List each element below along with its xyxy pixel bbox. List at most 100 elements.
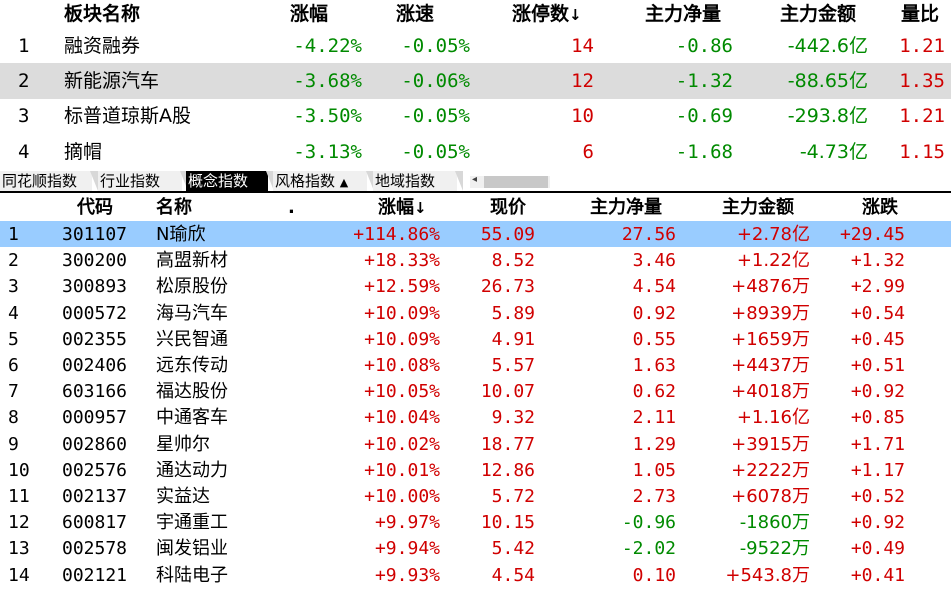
sector-cell-speed: -0.05% [401, 35, 470, 57]
stock-row[interactable]: 12 600817 宇通重工 +9.97% 10.15 -0.96 -1860万 +0.92 [0, 509, 951, 535]
stock-cell-change: +1.32 [850, 250, 905, 272]
stock-table-header: 代码 名称 . 涨幅↓ 现价 主力净量 主力金额 涨跌 [0, 194, 951, 221]
stock-cell-net-vol: 0.62 [632, 381, 676, 403]
stock-cell-net-vol: 0.10 [632, 564, 676, 586]
stock-cell-change: +1.71 [850, 433, 905, 455]
stock-row[interactable]: 9 002860 星帅尔 +10.02% 18.77 1.29 +3915万 +1.71 [0, 431, 951, 457]
stock-cell-code: 002355 [62, 328, 128, 350]
stock-cell-code: 000957 [62, 407, 128, 429]
stock-cell-idx: 2 [8, 250, 19, 272]
col-header-name[interactable]: 名称 [156, 194, 192, 221]
stock-cell-name: 中通客车 [156, 407, 228, 429]
stock-row[interactable]: 3 300893 松原股份 +12.59% 26.73 4.54 +4876万 +2.99 [0, 273, 951, 299]
stock-cell-price: 12.86 [480, 459, 535, 481]
col-header-net-vol[interactable]: 主力净量 [590, 194, 662, 221]
horizontal-scrollbar[interactable]: ◂ [470, 174, 550, 188]
stock-cell-code: 002137 [62, 486, 128, 507]
stock-row[interactable]: 6 002406 远东传动 +10.08% 5.57 1.63 +4437万 +0.51 [0, 352, 951, 378]
sector-cell-vol-ratio: 1.15 [899, 141, 945, 163]
stock-cell-net-amount: +8939万 [731, 302, 810, 324]
stock-cell-net-amount: +543.8万 [725, 564, 810, 586]
sector-cell-vol-ratio: 1.21 [899, 105, 945, 127]
sector-row[interactable]: 3 标普道琼斯A股 -3.50% -0.05% 10 -0.69 -293.8亿 1.21 [0, 98, 951, 134]
tab-region-index[interactable]: 地域指数 [373, 171, 457, 191]
stock-cell-price: 4.91 [491, 328, 535, 350]
stock-cell-net-vol: 3.46 [632, 250, 676, 272]
stock-cell-change-pct: +10.04% [364, 407, 440, 429]
stock-cell-price: 55.09 [480, 224, 535, 245]
sector-row[interactable]: 1 融资融券 -4.22% -0.05% 14 -0.86 -442.6亿 1.21 [0, 28, 951, 64]
stock-cell-name: 科陆电子 [156, 564, 228, 586]
col-header-change-pct[interactable]: 涨幅 [290, 0, 328, 28]
tab-concept-index[interactable]: 概念指数 [186, 171, 268, 191]
stock-cell-price: 18.77 [480, 433, 535, 455]
sector-row[interactable]: 2 新能源汽车 -3.68% -0.06% 12 -1.32 -88.65亿 1.35 [0, 63, 951, 99]
sector-cell-net-vol: -1.68 [675, 141, 733, 163]
sector-cell-idx: 4 [18, 141, 30, 163]
stock-cell-change-pct: +12.59% [364, 276, 440, 298]
stock-cell-price: 10.15 [480, 512, 535, 534]
stock-row[interactable]: 4 000572 海马汽车 +10.09% 5.89 0.92 +8939万 +0.54 [0, 300, 951, 326]
sector-row[interactable]: 4 摘帽 -3.13% -0.05% 6 -1.68 -4.73亿 1.15 [0, 134, 951, 170]
sector-cell-name: 摘帽 [64, 141, 103, 163]
sector-cell-speed: -0.06% [401, 70, 470, 92]
stock-cell-idx: 3 [8, 276, 19, 298]
stock-cell-net-amount: -9522万 [739, 538, 810, 560]
col-header-net-vol[interactable]: 主力净量 [645, 0, 721, 28]
col-header-net-amount[interactable]: 主力金额 [780, 0, 856, 28]
stock-row[interactable]: 14 002121 科陆电子 +9.93% 4.54 0.10 +543.8万 +0.41 [0, 562, 951, 588]
dropdown-arrow-icon[interactable]: ▲ [340, 176, 348, 189]
stock-row[interactable]: 2 300200 高盟新材 +18.33% 8.52 3.46 +1.22亿 +1.32 [0, 247, 951, 273]
stock-row[interactable]: 5 002355 兴民智通 +10.09% 4.91 0.55 +1659万 +0.45 [0, 326, 951, 352]
stock-cell-net-vol: -2.02 [621, 538, 676, 560]
col-header-speed[interactable]: 涨速 [396, 0, 434, 28]
stock-cell-net-amount: +4437万 [731, 355, 810, 376]
stock-cell-net-vol: 27.56 [621, 224, 676, 245]
stock-cell-price: 5.57 [491, 355, 535, 376]
stock-row[interactable]: 1 301107 N瑜欣 +114.86% 55.09 27.56 +2.78亿 +29.45 [0, 221, 951, 248]
col-header-sector-name[interactable]: 板块名称 [64, 0, 140, 28]
stock-cell-change: +0.92 [850, 381, 905, 403]
stock-cell-change-pct: +10.01% [364, 459, 440, 481]
stock-cell-name: 福达股份 [156, 381, 228, 403]
stock-cell-name: 星帅尔 [156, 433, 210, 455]
stock-cell-net-amount: +1.22亿 [736, 250, 810, 272]
col-header-limit-up[interactable]: 涨停数↓ [512, 0, 582, 28]
stock-cell-name: 实益达 [156, 486, 210, 507]
stock-row[interactable]: 10 002576 通达动力 +10.01% 12.86 1.05 +2222万 +1.17 [0, 457, 951, 483]
stock-row[interactable]: 13 002578 闽发铝业 +9.94% 5.42 -2.02 -9522万 +0.49 [0, 535, 951, 561]
stock-row[interactable]: 11 002137 实益达 +10.00% 5.72 2.73 +6078万 +0.52 [0, 483, 951, 509]
stock-cell-code: 000572 [62, 302, 128, 324]
scrollbar-thumb[interactable] [484, 176, 548, 188]
stock-cell-net-vol: 2.73 [632, 486, 676, 507]
tab-ths-index[interactable]: 同花顺指数 [0, 171, 92, 191]
stock-cell-price: 5.72 [491, 486, 535, 507]
sector-cell-speed: -0.05% [401, 105, 470, 127]
col-header-change-pct[interactable]: 涨幅↓ [378, 194, 427, 221]
scroll-left-icon[interactable]: ◂ [472, 174, 477, 185]
stock-cell-change-pct: +10.00% [364, 486, 440, 507]
stock-cell-code: 002121 [62, 564, 128, 586]
stock-cell-idx: 11 [8, 486, 30, 507]
col-header-change[interactable]: 涨跌 [862, 194, 898, 221]
stock-cell-change-pct: +9.93% [374, 564, 440, 586]
stock-cell-change: +2.99 [850, 276, 905, 298]
stock-cell-idx: 10 [8, 459, 30, 481]
sector-cell-idx: 1 [18, 35, 30, 57]
stock-cell-price: 5.42 [491, 538, 535, 560]
stock-row[interactable]: 7 603166 福达股份 +10.05% 10.07 0.62 +4018万 +0.92 [0, 378, 951, 404]
col-header-vol-ratio[interactable]: 量比 [901, 0, 939, 28]
stock-cell-idx: 13 [8, 538, 30, 560]
tab-industry-index[interactable]: 行业指数 [98, 171, 182, 191]
stock-row[interactable]: 8 000957 中通客车 +10.04% 9.32 2.11 +1.16亿 +0.85 [0, 404, 951, 430]
col-header-net-amount[interactable]: 主力金额 [722, 194, 794, 221]
stock-cell-change-pct: +9.94% [374, 538, 440, 560]
col-header-price[interactable]: 现价 [490, 194, 526, 221]
stock-cell-change-pct: +9.97% [374, 512, 440, 534]
tab-style-index[interactable]: 风格指数 ▲ [273, 171, 367, 191]
stock-cell-price: 26.73 [480, 276, 535, 298]
tab-label: 同花顺指数 [2, 172, 78, 190]
col-header-code[interactable]: 代码 [77, 194, 113, 221]
sector-table: 板块名称 涨幅 涨速 涨停数↓ 主力净量 主力金额 量比 1 融资融券 -4.22%… [0, 0, 951, 171]
sector-cell-limit-up: 12 [571, 70, 594, 92]
